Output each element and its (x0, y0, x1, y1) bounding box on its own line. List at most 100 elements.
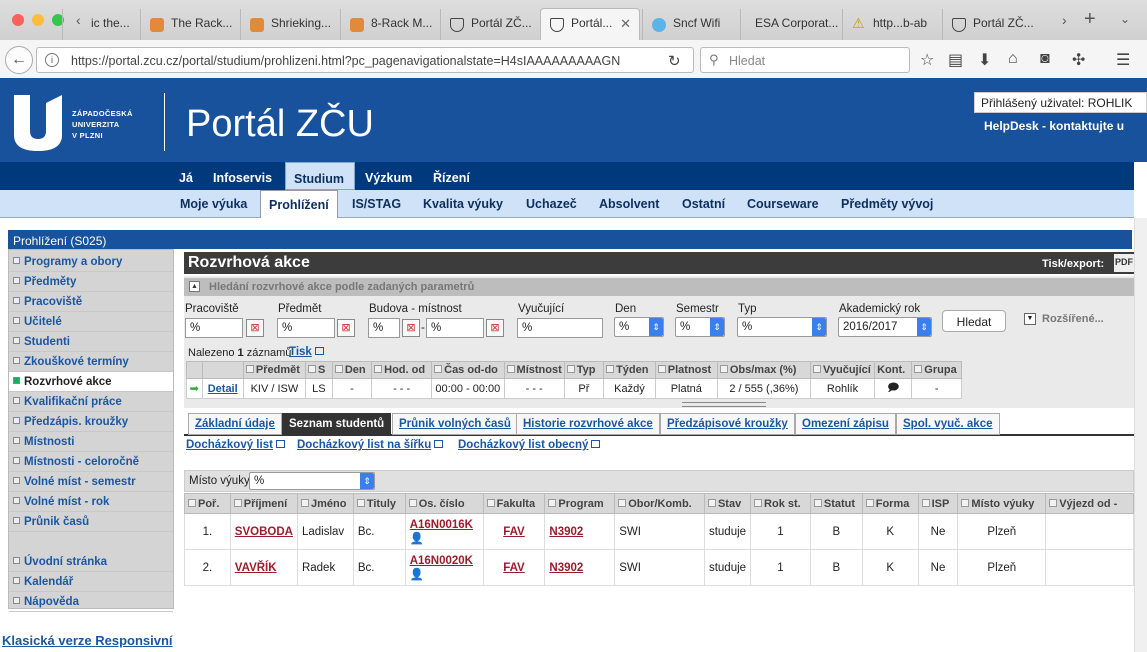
expand-icon[interactable]: ▼ (1024, 313, 1036, 325)
page-scrollbar[interactable] (1134, 218, 1147, 652)
sidebar-item-mistnosti-celorocne[interactable]: Místnosti - celoročně (9, 452, 173, 472)
home-icon[interactable]: ⌂ (1008, 50, 1018, 68)
budova-input[interactable]: % (368, 318, 400, 338)
browser-tab[interactable]: The Rack... (140, 9, 238, 40)
akademicky-rok-select[interactable]: 2016/2017 ⇕ (838, 317, 932, 337)
faculty-link[interactable]: FAV (482, 549, 546, 586)
mainmenu-item-infoservis[interactable]: Infoservis (206, 162, 279, 190)
dochazkovy-list-link[interactable]: Docházkový list (186, 439, 285, 451)
panel-splitter[interactable] (682, 402, 766, 407)
dochazkovy-list-obecny-link[interactable]: Docházkový list obecný (458, 439, 601, 451)
new-tab-button[interactable]: + (1084, 8, 1096, 31)
mainmenu-item-ja[interactable]: Já (172, 162, 200, 190)
close-tab-icon[interactable]: ✕ (620, 16, 631, 32)
mainmenu-item-vyzkum[interactable]: Výzkum (358, 162, 419, 190)
student-id-link[interactable]: A16N0016K 👤 (404, 513, 484, 550)
submenu-item-uchazec[interactable]: Uchazeč (518, 190, 585, 218)
reading-list-icon[interactable]: ▤ (948, 50, 963, 70)
student-surname-link[interactable]: SVOBODA (229, 513, 298, 550)
browser-tab[interactable]: ESA Corporat... (740, 9, 840, 40)
pracoviste-input[interactable]: % (185, 318, 243, 338)
browser-tab[interactable]: Portál ZČ... (440, 9, 538, 40)
rozsirene-link[interactable]: Rozšířené... (1042, 313, 1104, 325)
submenu-item-kvalita[interactable]: Kvalita výuky (415, 190, 511, 218)
clear-mistnost-icon[interactable]: ⊠ (486, 319, 504, 337)
tab-omezeni-zapisu[interactable]: Omezení zápisu (795, 413, 896, 435)
search-panel-header[interactable]: Hledání rozvrhové akce podle zadaných pa… (184, 278, 1134, 296)
bookmark-star-icon[interactable]: ☆ (920, 50, 934, 70)
tab-historie[interactable]: Historie rozvrhové akce (516, 413, 660, 435)
browser-tab[interactable]: ic the... (62, 9, 138, 40)
student-surname-link[interactable]: VAVŘÍK (229, 549, 298, 586)
submenu-item-courseware[interactable]: Courseware (739, 190, 827, 218)
sidebar-item-kvalifikacni-prace[interactable]: Kvalifikační práce (9, 392, 173, 412)
vyucujici-input[interactable]: % (517, 318, 603, 338)
sidebar-item-napoveda[interactable]: Nápověda (9, 592, 173, 612)
browser-tab-active[interactable]: Portál... ✕ (540, 8, 640, 40)
student-id-link[interactable]: A16N0020K 👤 (404, 549, 484, 586)
submenu-item-isstag[interactable]: IS/STAG (344, 190, 409, 218)
submenu-item-absolvent[interactable]: Absolvent (591, 190, 667, 218)
tab-seznam-studentu[interactable]: Seznam studentů (282, 413, 392, 435)
pdf-export-icon[interactable]: PDF (1114, 254, 1134, 272)
sidebar-item-ucitele[interactable]: Učitelé (9, 312, 173, 332)
submenu-item-prohlizeni[interactable]: Prohlížení (260, 190, 338, 218)
sidebar-item-uvodni-stranka[interactable]: Úvodní stránka (9, 552, 173, 572)
sidebar-item-rozvrhove-akce[interactable]: Rozvrhové akce (9, 372, 173, 392)
typ-select[interactable]: % ⇕ (737, 317, 827, 337)
sidebar-item-predzapis-krouzky[interactable]: Předzápis. kroužky (9, 412, 173, 432)
browser-tab[interactable]: Shrieking... (240, 9, 338, 40)
program-link[interactable]: N3902 (544, 513, 616, 550)
tab-zakladni-udaje[interactable]: Základní údaje (188, 413, 282, 435)
search-bar[interactable]: ⚲ Hledat (700, 47, 910, 73)
faculty-link[interactable]: FAV (482, 513, 546, 550)
tab-spol-vyuc-akce[interactable]: Spol. vyuč. akce (896, 413, 1000, 435)
semestr-select[interactable]: % ⇕ (675, 317, 725, 337)
detail-link[interactable]: Detail (201, 378, 244, 399)
tab-prunik-volnych-casu[interactable]: Průnik volných časů (392, 413, 518, 435)
sidebar-item-prunik-casu[interactable]: Průnik časů (9, 512, 173, 532)
dochazkovy-list-sirku-link[interactable]: Docházkový list na šířku (297, 439, 444, 451)
downloads-icon[interactable]: ⬇ (978, 50, 991, 70)
address-bar[interactable]: i https://portal.zcu.cz/portal/studium/p… (36, 47, 694, 73)
misto-vyuky-select[interactable]: % ⇕ (249, 472, 375, 490)
sidebar-item-zkouskove-terminy[interactable]: Zkouškové termíny (9, 352, 173, 372)
menu-icon[interactable]: ☰ (1116, 50, 1130, 70)
mainmenu-item-rizeni[interactable]: Řízení (426, 162, 477, 190)
browser-tab[interactable]: 8-Rack M... (340, 9, 438, 40)
contact-icon[interactable]: 🗩 (874, 378, 913, 399)
predmet-input[interactable]: % (277, 318, 335, 338)
extension-icon[interactable]: ✣ (1072, 50, 1085, 70)
sidebar-item-volne-rok[interactable]: Volné míst - rok (9, 492, 173, 512)
mainmenu-item-studium[interactable]: Studium (285, 162, 355, 190)
submenu-item-predmety-vyvoj[interactable]: Předměty vývoj (833, 190, 941, 218)
sidebar-item-predmety[interactable]: Předměty (9, 272, 173, 292)
person-icon[interactable]: 👤 (410, 533, 424, 545)
pocket-icon[interactable]: ◙ (1040, 50, 1050, 68)
clear-budova-icon[interactable]: ⊠ (402, 319, 420, 337)
tab-list-icon[interactable]: ⌄ (1120, 12, 1130, 26)
tisk-link[interactable]: Tisk (289, 346, 324, 358)
minimize-window-button[interactable] (32, 14, 44, 26)
sidebar-item-programy[interactable]: Programy a obory (9, 252, 173, 272)
submenu-item-ostatni[interactable]: Ostatní (674, 190, 733, 218)
sidebar-item-studenti[interactable]: Studenti (9, 332, 173, 352)
reload-icon[interactable]: ↻ (668, 52, 681, 70)
tabs-scroll-right-icon[interactable]: › (1062, 12, 1067, 28)
person-icon[interactable]: 👤 (410, 569, 424, 581)
info-icon[interactable]: i (45, 53, 59, 67)
browser-tab[interactable]: ⚠ http...b-ab (842, 9, 940, 40)
clear-pracoviste-icon[interactable]: ⊠ (246, 319, 264, 337)
browser-tab[interactable]: Sncf Wifi (642, 9, 738, 40)
sidebar-item-kalendar[interactable]: Kalendář (9, 572, 173, 592)
responsivni-link[interactable]: Responsivní (95, 633, 172, 648)
zcu-logo-icon[interactable] (14, 95, 62, 151)
hledat-button[interactable]: Hledat (942, 310, 1006, 332)
den-select[interactable]: % ⇕ (614, 317, 664, 337)
helpdesk-link[interactable]: HelpDesk - kontaktujte u (984, 119, 1124, 133)
sidebar-item-volne-semestr[interactable]: Volné míst - semestr (9, 472, 173, 492)
submenu-item-moje-vyuka[interactable]: Moje výuka (172, 190, 255, 218)
program-link[interactable]: N3902 (544, 549, 616, 586)
collapse-toggle-icon[interactable]: ▲ (189, 281, 200, 292)
browser-tab[interactable]: Portál ZČ... (942, 9, 1040, 40)
